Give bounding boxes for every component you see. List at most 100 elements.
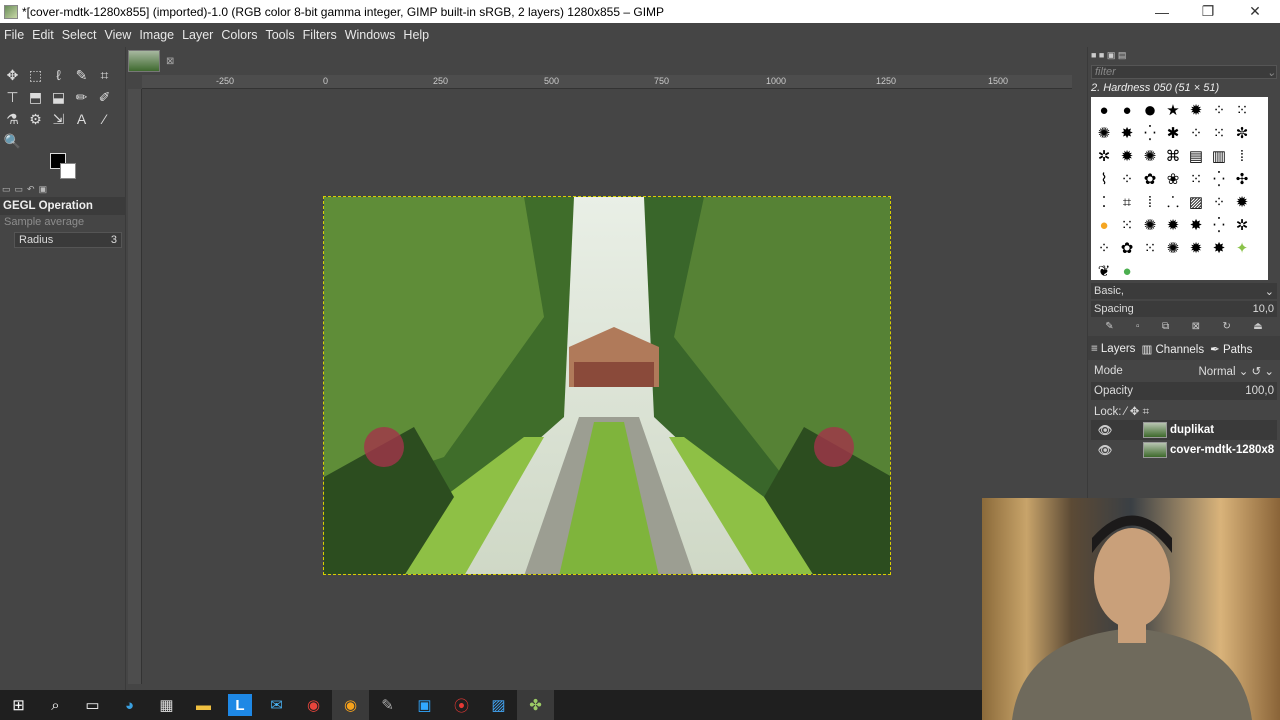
menu-filters[interactable]: Filters: [303, 28, 337, 42]
smudge-tool-icon[interactable]: ⚙: [25, 109, 46, 129]
photoshop-icon[interactable]: ▣: [406, 690, 443, 720]
brush-item[interactable]: ✺: [1139, 214, 1161, 236]
rect-select-tool-icon[interactable]: ⬚: [25, 65, 46, 85]
brush-item[interactable]: ✸: [1208, 237, 1230, 259]
layer-name[interactable]: duplikat: [1170, 424, 1214, 436]
search-icon[interactable]: ⌕: [37, 690, 74, 720]
brush-item[interactable]: ❀: [1162, 168, 1184, 190]
color-picker-tool-icon[interactable]: ⁄: [94, 109, 115, 129]
brush-item[interactable]: ✿: [1116, 237, 1138, 259]
free-select-tool-icon[interactable]: ℓ: [48, 65, 69, 85]
refresh-brushes-icon[interactable]: ↻: [1222, 321, 1230, 332]
brush-item[interactable]: ⁙: [1185, 168, 1207, 190]
brush-grid[interactable]: ● ● ● ★ ✹ ⁘ ⁙ ✺ ✸ ⁛ ✱ ⁘ ⁙ ✼ ✲ ✹ ✺ ⌘ ▤ ▥ ⁞ ⌇ ⁘ ✿ ❀ ⁙ ⁛ ✣ ⁚ ⌗ ⁞ ⸫ ▨ ⁘ ✹ …: [1091, 97, 1268, 280]
brush-item[interactable]: ⁛: [1208, 168, 1230, 190]
brush-item[interactable]: ✸: [1185, 214, 1207, 236]
tool-options-tab-icon[interactable]: ▭: [2, 184, 11, 196]
l-app-icon[interactable]: L: [228, 694, 252, 716]
brush-item[interactable]: ●: [1139, 97, 1161, 122]
image-tab-close-icon[interactable]: ⊠: [166, 56, 174, 67]
brush-item[interactable]: ⁙: [1231, 99, 1253, 121]
tab-channels[interactable]: ▥ Channels: [1141, 342, 1204, 356]
brush-item[interactable]: ⁞: [1231, 145, 1253, 167]
brush-item[interactable]: ⁘: [1208, 191, 1230, 213]
menu-tools[interactable]: Tools: [265, 28, 294, 42]
menu-layer[interactable]: Layer: [182, 28, 213, 42]
paint-icon[interactable]: ✎: [369, 690, 406, 720]
brushes-tab-icons[interactable]: ■ ■ ▣ ▤: [1091, 50, 1126, 61]
brush-filter-input[interactable]: filter ⌄: [1091, 65, 1277, 79]
vertical-ruler[interactable]: [128, 89, 142, 684]
paintbrush-tool-icon[interactable]: ✏: [71, 87, 92, 107]
brush-item[interactable]: ⁘: [1093, 237, 1115, 259]
brush-item[interactable]: ⁚: [1093, 191, 1115, 213]
device-status-tab-icon[interactable]: ▭: [15, 184, 24, 196]
layer-opacity-slider[interactable]: Opacity 100,0: [1091, 382, 1277, 400]
brush-item[interactable]: ✹: [1185, 99, 1207, 121]
open-brush-icon[interactable]: ⏏: [1253, 321, 1262, 332]
brush-item[interactable]: ⌇: [1093, 168, 1115, 190]
delete-brush-icon[interactable]: ⊠: [1192, 321, 1200, 332]
spacing-value[interactable]: 10,0: [1253, 303, 1274, 315]
canvas-image[interactable]: [323, 196, 891, 575]
brush-item[interactable]: ▤: [1185, 145, 1207, 167]
menu-windows[interactable]: Windows: [345, 28, 396, 42]
chevron-down-icon[interactable]: ⌄: [1267, 66, 1276, 79]
edge-icon[interactable]: ◕: [111, 690, 148, 720]
clone-tool-icon[interactable]: ⚗: [2, 109, 23, 129]
brush-item[interactable]: ⁛: [1208, 214, 1230, 236]
brush-item[interactable]: ✣: [1231, 168, 1253, 190]
fg-bg-colors[interactable]: [50, 153, 80, 181]
brush-item[interactable]: ▥: [1208, 145, 1230, 167]
brush-item[interactable]: ✲: [1093, 145, 1115, 167]
brush-item[interactable]: ●: [1093, 214, 1115, 236]
crop-tool-icon[interactable]: ⌗: [94, 65, 115, 85]
duplicate-brush-icon[interactable]: ⧉: [1162, 321, 1169, 332]
brush-item[interactable]: ✸: [1116, 122, 1138, 144]
move-tool-icon[interactable]: ✥: [2, 65, 23, 85]
paths-tool-icon[interactable]: ⇲: [48, 109, 69, 129]
brush-item[interactable]: ⸫: [1162, 191, 1184, 213]
chevron-down-icon[interactable]: ⌄: [1265, 285, 1274, 298]
record-icon[interactable]: ⦿: [443, 690, 480, 720]
brush-item[interactable]: ✱: [1162, 122, 1184, 144]
minimize-button[interactable]: —: [1139, 0, 1185, 23]
brush-item[interactable]: ✼: [1231, 122, 1253, 144]
brush-item[interactable]: ✦: [1231, 237, 1253, 259]
brush-item[interactable]: ⁛: [1139, 122, 1161, 144]
horizontal-ruler[interactable]: -250 0 250 500 750 1000 1250 1500: [142, 75, 1072, 89]
lock-controls[interactable]: Lock: ⁄ ✥ ⌗: [1094, 404, 1149, 419]
brush-item[interactable]: ●: [1116, 99, 1138, 121]
brush-item[interactable]: ⁙: [1208, 122, 1230, 144]
layer-row[interactable]: 👁 cover-mdtk-1280x8: [1091, 440, 1277, 460]
brush-item[interactable]: ▨: [1185, 191, 1207, 213]
close-button[interactable]: ✕: [1232, 0, 1278, 23]
brush-spacing-slider[interactable]: Spacing 10,0: [1091, 301, 1277, 317]
images-tab-icon[interactable]: ▣: [39, 184, 48, 196]
warp-tool-icon[interactable]: ⬒: [25, 87, 46, 107]
text-tool-icon[interactable]: A: [71, 109, 92, 129]
visibility-eye-icon[interactable]: 👁: [1095, 443, 1115, 457]
brush-preset-select[interactable]: Basic, ⌄: [1091, 283, 1277, 299]
brush-item[interactable]: ⁘: [1116, 168, 1138, 190]
store-icon[interactable]: ▦: [148, 690, 185, 720]
undo-tab-icon[interactable]: ↶: [27, 184, 35, 196]
mode-select[interactable]: Normal ⌄ ↺ ⌄: [1198, 364, 1274, 378]
layer-row[interactable]: 👁 duplikat: [1091, 420, 1277, 440]
menu-file[interactable]: File: [4, 28, 24, 42]
brush-item[interactable]: ★: [1162, 99, 1184, 121]
mail-icon[interactable]: ✉: [258, 690, 295, 720]
fuzzy-select-tool-icon[interactable]: ✎: [71, 65, 92, 85]
brush-item[interactable]: ⁘: [1185, 122, 1207, 144]
brush-item[interactable]: ⁘: [1208, 99, 1230, 121]
brush-item[interactable]: ⁙: [1139, 237, 1161, 259]
radius-value[interactable]: 3: [111, 234, 117, 246]
image-tab-thumbnail[interactable]: [128, 50, 160, 72]
brush-item[interactable]: ✺: [1139, 145, 1161, 167]
zoom-tool-icon[interactable]: 🔍: [2, 131, 23, 151]
opacity-value[interactable]: 100,0: [1245, 385, 1274, 397]
brush-item[interactable]: ⌘: [1162, 145, 1184, 167]
background-color[interactable]: [60, 163, 76, 179]
transform-tool-icon[interactable]: ⊤: [2, 87, 23, 107]
layer-thumbnail[interactable]: [1143, 422, 1167, 438]
